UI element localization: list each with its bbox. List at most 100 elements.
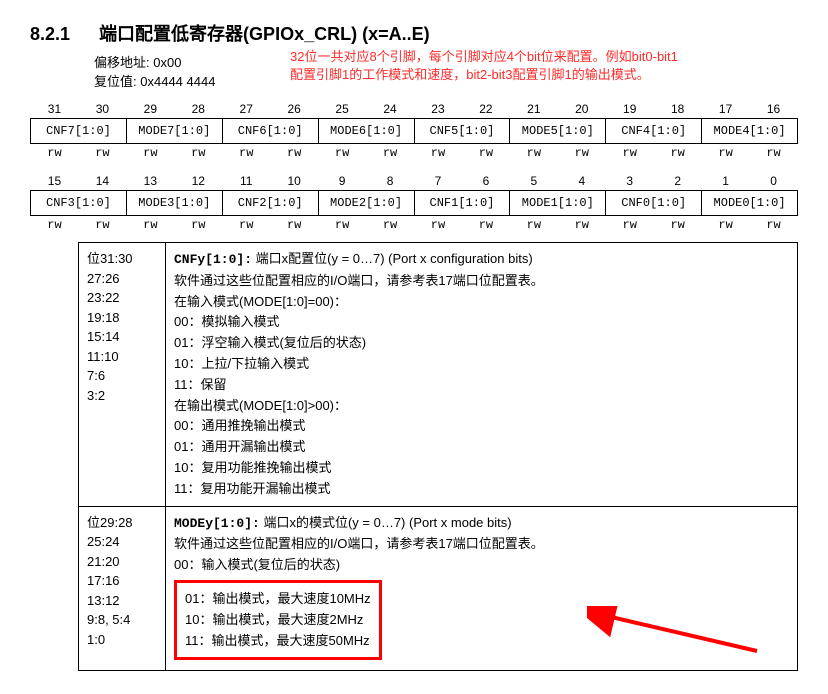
rw: rw	[750, 144, 798, 163]
bitfield: CNF1[1:0]	[414, 191, 510, 216]
offset-label: 偏移地址:	[94, 55, 150, 70]
reset-value: 0x4444 4444	[140, 74, 215, 89]
bitnum: 8	[366, 172, 414, 191]
bits-column: 位31:30 27:26 23:22 19:18 15:14 11:10 7:6…	[79, 243, 166, 507]
red-annotation: 32位一共对应8个引脚，每个引脚对应4个bit位来配置。例如bit0-bit1 …	[290, 48, 828, 84]
bitnum: 3	[606, 172, 654, 191]
bitnum-row-low: 15 14 13 12 11 10 9 8 7 6 5 4 3 2 1 0	[31, 172, 798, 191]
bitnum: 1	[702, 172, 750, 191]
description-table: 位31:30 27:26 23:22 19:18 15:14 11:10 7:6…	[78, 242, 798, 671]
desc-line: 10：复用功能推挽输出模式	[174, 460, 331, 475]
rw: rw	[750, 216, 798, 235]
bits-item: 7:6	[87, 366, 157, 386]
rw: rw	[270, 216, 318, 235]
rw: rw	[366, 144, 414, 163]
bitnum: 15	[31, 172, 79, 191]
bitfield: MODE6[1:0]	[318, 119, 414, 144]
bitnum: 30	[78, 100, 126, 119]
section-number: 8.2.1	[30, 24, 70, 45]
offset-value: 0x00	[153, 55, 181, 70]
bits-item: 27:26	[87, 269, 157, 289]
bitnum: 13	[126, 172, 174, 191]
bitnum: 7	[414, 172, 462, 191]
rw: rw	[78, 144, 126, 163]
desc-line: 00：输入模式(复位后的状态)	[174, 557, 340, 572]
bitnum: 24	[366, 100, 414, 119]
bitnum: 2	[654, 172, 702, 191]
bitnum: 27	[222, 100, 270, 119]
bitfield: MODE0[1:0]	[702, 191, 798, 216]
bits-item: 17:16	[87, 571, 157, 591]
desc-line: 01：通用开漏输出模式	[174, 439, 305, 454]
bitfield: CNF6[1:0]	[222, 119, 318, 144]
bitnum: 11	[222, 172, 270, 191]
highlight-box: 01：输出模式，最大速度10MHz 10：输出模式，最大速度2MHz 11：输出…	[174, 580, 382, 660]
bitnum: 16	[750, 100, 798, 119]
bits-item: 13:12	[87, 591, 157, 611]
rw: rw	[414, 144, 462, 163]
rw: rw	[558, 216, 606, 235]
bitnum: 10	[270, 172, 318, 191]
field-name-mode: MODEy[1:0]:	[174, 516, 260, 531]
bitfield: CNF0[1:0]	[606, 191, 702, 216]
bitnum: 20	[558, 100, 606, 119]
bits-label: 位29:28	[87, 513, 157, 533]
desc-line: 10：上拉/下拉输入模式	[174, 356, 309, 371]
bitnum: 21	[510, 100, 558, 119]
bitcell-row-high: CNF7[1:0] MODE7[1:0] CNF6[1:0] MODE6[1:0…	[31, 119, 798, 144]
field-title: 端口x的模式位(y = 0…7) (Port x mode bits)	[263, 515, 511, 530]
bits-column: 位29:28 25:24 21:20 17:16 13:12 9:8, 5:4 …	[79, 506, 166, 671]
rw: rw	[510, 216, 558, 235]
bitfield: CNF5[1:0]	[414, 119, 510, 144]
bitnum: 5	[510, 172, 558, 191]
rw: rw	[222, 216, 270, 235]
bitfield: MODE7[1:0]	[126, 119, 222, 144]
desc-line: 01：浮空输入模式(复位后的状态)	[174, 335, 366, 350]
desc-column: CNFy[1:0]: 端口x配置位(y = 0…7) (Port x confi…	[166, 243, 798, 507]
bits-item: 3:2	[87, 386, 157, 406]
rw: rw	[462, 144, 510, 163]
rw: rw	[31, 144, 79, 163]
desc-line: 软件通过这些位配置相应的I/O端口，请参考表17端口位配置表。	[174, 273, 544, 288]
rw: rw	[414, 216, 462, 235]
bitfield: MODE3[1:0]	[126, 191, 222, 216]
bitnum: 23	[414, 100, 462, 119]
bits-item: 23:22	[87, 288, 157, 308]
bitnum: 9	[318, 172, 366, 191]
bitnum: 25	[318, 100, 366, 119]
desc-line: 10：输出模式，最大速度2MHz	[185, 612, 363, 627]
rw: rw	[222, 144, 270, 163]
rw: rw	[318, 216, 366, 235]
bitfield: MODE4[1:0]	[702, 119, 798, 144]
bits-label: 位31:30	[87, 249, 157, 269]
desc-line: 11：复用功能开漏输出模式	[174, 481, 331, 496]
arrow-icon	[587, 606, 767, 656]
bitnum: 14	[78, 172, 126, 191]
desc-row-cnf: 位31:30 27:26 23:22 19:18 15:14 11:10 7:6…	[79, 243, 798, 507]
desc-line: 在输入模式(MODE[1:0]=00)：	[174, 294, 347, 309]
bitnum: 31	[31, 100, 79, 119]
desc-line: 在输出模式(MODE[1:0]>00)：	[174, 398, 347, 413]
bitnum: 22	[462, 100, 510, 119]
field-title: 端口x配置位(y = 0…7) (Port x configuration bi…	[256, 251, 533, 266]
bit-table-low: 15 14 13 12 11 10 9 8 7 6 5 4 3 2 1 0 CN…	[30, 172, 798, 234]
bitnum-row-high: 31 30 29 28 27 26 25 24 23 22 21 20 19 1…	[31, 100, 798, 119]
bitnum: 17	[702, 100, 750, 119]
bitfield: MODE2[1:0]	[318, 191, 414, 216]
desc-line: 软件通过这些位配置相应的I/O端口，请参考表17端口位配置表。	[174, 536, 544, 551]
bitnum: 29	[126, 100, 174, 119]
rw: rw	[78, 216, 126, 235]
bitnum: 4	[558, 172, 606, 191]
bitnum: 6	[462, 172, 510, 191]
bitnum: 28	[174, 100, 222, 119]
bitnum: 0	[750, 172, 798, 191]
reset-label: 复位值:	[94, 74, 137, 89]
desc-line: 11：保留	[174, 377, 227, 392]
annotation-line1: 32位一共对应8个引脚，每个引脚对应4个bit位来配置。例如bit0-bit1	[290, 49, 678, 64]
rw: rw	[366, 216, 414, 235]
desc-row-mode: 位29:28 25:24 21:20 17:16 13:12 9:8, 5:4 …	[79, 506, 798, 671]
bit-table-high: 31 30 29 28 27 26 25 24 23 22 21 20 19 1…	[30, 100, 798, 162]
desc-line: 00：通用推挽输出模式	[174, 418, 305, 433]
rw: rw	[558, 144, 606, 163]
bits-item: 15:14	[87, 327, 157, 347]
